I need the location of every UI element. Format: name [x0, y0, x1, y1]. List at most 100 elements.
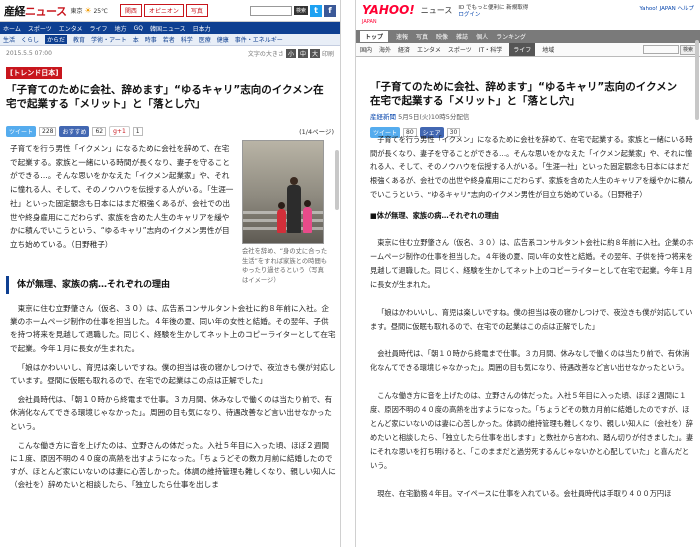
- weather-widget: 東京 ☀ 25℃: [70, 6, 107, 15]
- site-search: 検索 t f: [249, 4, 336, 17]
- facebook-recommend-button[interactable]: おすすめ: [59, 125, 90, 137]
- nav-item[interactable]: 日本力: [193, 24, 211, 33]
- article-body: 東京に住む立野肇さん（仮名、３０）は、広告系コンサルタント会社に約８年前に入社。…: [10, 302, 336, 498]
- category-item[interactable]: 地域: [542, 45, 554, 54]
- nav-item[interactable]: ライフ: [90, 24, 108, 33]
- nav-item[interactable]: 写真: [416, 32, 428, 41]
- body-paragraph: 現在、在宅勤務４年目。マイペースに仕事を入れている。会社員時代は手取り４００万円…: [377, 488, 672, 498]
- logo-text: 産経: [4, 4, 26, 18]
- child-head: [278, 202, 285, 209]
- nav-item[interactable]: 韓国ニュース: [150, 24, 186, 33]
- help-links[interactable]: Yahoo! JAPAN ヘルプ: [639, 4, 694, 12]
- primary-nav: トップ 速報 写真 映像 雑誌 個人 ランキング: [356, 30, 700, 43]
- body-paragraph: こんな働き方に音を上げたのは、立野さんの体だった。入社５年目に入った頃、ほぼ２週…: [10, 440, 336, 490]
- font-medium-button[interactable]: 中: [297, 48, 308, 58]
- font-large-button[interactable]: 大: [309, 48, 320, 58]
- logo-text: YAHOO!: [362, 3, 415, 17]
- section-heading: 体が無理、家族の病…それぞれの理由: [6, 276, 335, 294]
- yahoo-search: 検索: [642, 44, 696, 55]
- nav-item[interactable]: エンタメ: [59, 24, 83, 33]
- print-link[interactable]: 印刷: [322, 49, 334, 58]
- tweet-count: 228: [39, 126, 57, 136]
- category-badge[interactable]: [トレンド日本]: [6, 67, 63, 79]
- subnav-item[interactable]: くらし: [21, 35, 39, 44]
- nav-item[interactable]: 個人: [476, 32, 488, 41]
- category-item[interactable]: 海外: [379, 45, 391, 54]
- sankei-article-panel: 産経ニュース 東京 ☀ 25℃ 関西 オピニオン 写真 検索 t f ホーム ス…: [0, 0, 341, 547]
- search-button[interactable]: 検索: [293, 6, 308, 15]
- nav-item[interactable]: スポーツ: [28, 24, 52, 33]
- article-source-line: 産経新聞 5月5日(火)10時5分配信: [370, 111, 686, 121]
- search-input[interactable]: [642, 44, 679, 54]
- news-label[interactable]: ニュース: [421, 5, 453, 16]
- section-heading: ■体が無理、家族の病…それぞれの理由: [370, 211, 499, 220]
- twitter-icon[interactable]: t: [310, 4, 322, 17]
- nav-item[interactable]: 地方: [115, 24, 127, 33]
- nav-item[interactable]: 映像: [436, 32, 448, 41]
- category-item[interactable]: 経済: [398, 45, 410, 54]
- category-nav: 国内 海外 経済 エンタメ スポーツ IT・科学 ライフ 地域 検索: [356, 43, 700, 57]
- scrollbar[interactable]: [335, 150, 339, 210]
- subnav-item[interactable]: 生活: [3, 35, 15, 44]
- category-item[interactable]: スポーツ: [448, 45, 472, 54]
- child-figure: [277, 209, 286, 233]
- tweet-button[interactable]: ツイート: [6, 125, 37, 137]
- body-paragraph: 「娘はかわいいし、育児は楽しいですね。僕の担当は夜の寝かしつけで、夜泣きも僕が対…: [370, 307, 693, 331]
- sankei-logo[interactable]: 産経ニュース: [4, 3, 67, 19]
- logo-subtext: JAPAN: [362, 19, 377, 25]
- article-lead: 子育てを行う男性「イクメン」になるために会社を辞めて、在宅で起業する。家族と一緒…: [10, 144, 234, 249]
- tab-opinion[interactable]: オピニオン: [143, 4, 184, 17]
- subnav-item[interactable]: 本: [133, 35, 139, 44]
- nav-item[interactable]: ホーム: [3, 24, 21, 33]
- primary-nav: ホーム スポーツ エンタメ ライフ 地方 GQ 韓国ニュース 日本力: [0, 22, 340, 34]
- nav-item[interactable]: GQ: [134, 25, 143, 32]
- nav-item-active[interactable]: トップ: [360, 31, 389, 42]
- article-date: 2015.5.5 07:00: [6, 49, 52, 57]
- scrollbar[interactable]: [695, 40, 699, 120]
- category-item-active[interactable]: ライフ: [509, 43, 536, 56]
- logo-text-news: ニュース: [25, 4, 67, 18]
- subnav-item[interactable]: 事件・エネルギー: [235, 35, 283, 44]
- subnav-item[interactable]: 若者: [163, 35, 175, 44]
- child-figure: [303, 207, 312, 233]
- font-size-label: 文字の大きさ: [247, 50, 284, 58]
- body-paragraph: 東京に住む立野肇さん（仮名、３０）は、広告系コンサルタント会社に約８年前に入社。…: [370, 238, 694, 289]
- body-paragraph: 東京に住む立野肇さん（仮名、３０）は、広告系コンサルタント会社に約８年前に入社。…: [10, 304, 336, 353]
- font-small-button[interactable]: 小: [285, 48, 296, 58]
- nav-item[interactable]: 雑誌: [456, 32, 468, 41]
- category-item[interactable]: IT・科学: [479, 45, 502, 54]
- subnav-item[interactable]: 学術・アート: [91, 35, 127, 44]
- source-link[interactable]: 産経新聞: [370, 113, 396, 121]
- secondary-nav: 生活 くらし からだ 教育 学術・アート 本 時事 若者 科学 医療 健康 事件…: [0, 34, 340, 46]
- article-title: 「子育てのために会社、辞めます」“ゆるキャリ”志向のイクメン在宅で起業する「メリ…: [6, 84, 324, 110]
- login-link[interactable]: ログイン: [458, 12, 528, 19]
- subnav-item[interactable]: 医療: [199, 35, 211, 44]
- font-size-controls: 文字の大きさ 小 中 大 印刷: [247, 48, 334, 58]
- article-lead: 子育てを行う男性「イクメン」になるために会社を辞めて、在宅で起業する。家族と一緒…: [370, 135, 693, 199]
- category-item[interactable]: エンタメ: [417, 45, 441, 54]
- subnav-item-active[interactable]: からだ: [45, 35, 68, 44]
- body-paragraph: 会社員時代は、「朝１０時から終電まで仕事。３カ月間、休みなしで働くのは当たり前で…: [370, 349, 690, 373]
- search-input[interactable]: [249, 5, 292, 16]
- search-button[interactable]: 検索: [679, 44, 696, 55]
- weather-temp: 25℃: [93, 8, 108, 15]
- article-photo[interactable]: [242, 140, 324, 244]
- tab-photo[interactable]: 写真: [185, 4, 208, 17]
- subnav-item[interactable]: 健康: [217, 35, 229, 44]
- father-figure: [287, 185, 301, 233]
- subnav-item[interactable]: 時事: [145, 35, 157, 44]
- sankei-header: 産経ニュース 東京 ☀ 25℃ 関西 オピニオン 写真 検索 t f: [0, 0, 340, 22]
- yahoo-logo[interactable]: YAHOO! JAPAN: [362, 4, 415, 28]
- subnav-item[interactable]: 科学: [181, 35, 193, 44]
- nav-item[interactable]: ランキング: [496, 32, 526, 41]
- tab-kansai[interactable]: 関西: [119, 4, 142, 17]
- child-head: [304, 200, 311, 207]
- category-item[interactable]: 国内: [360, 45, 372, 54]
- google-plus-button[interactable]: g+1: [109, 125, 130, 137]
- subnav-item[interactable]: 教育: [73, 35, 85, 44]
- sun-icon: ☀: [84, 6, 92, 15]
- facebook-icon[interactable]: f: [324, 4, 336, 17]
- posted-time: 5月5日(火)10時5分配信: [398, 113, 470, 121]
- nav-item[interactable]: 速報: [396, 32, 408, 41]
- id-promo[interactable]: ID でもっと便利に 新規取得: [458, 5, 528, 12]
